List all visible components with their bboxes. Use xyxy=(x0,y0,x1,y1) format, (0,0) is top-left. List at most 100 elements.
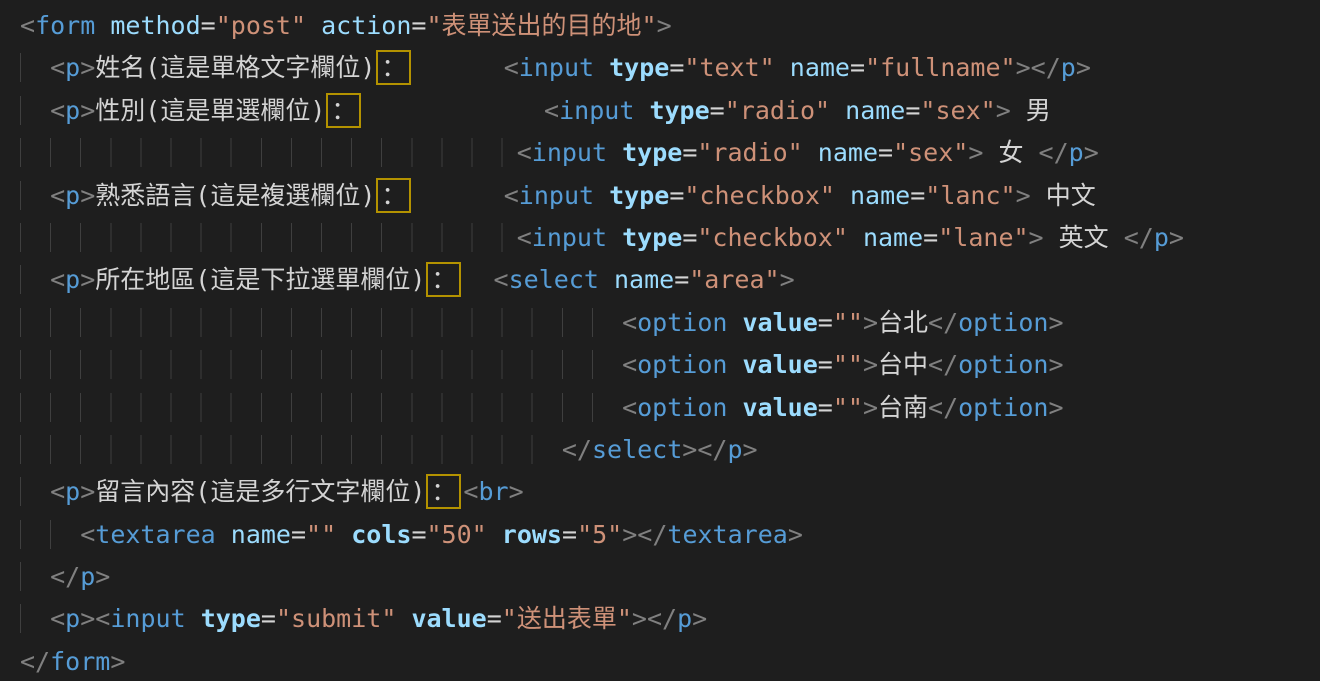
token-punctuation: </ xyxy=(928,393,958,422)
token-attribute-value: "lane" xyxy=(938,223,1028,252)
token-whitespace xyxy=(363,96,544,125)
token-attribute-value: "" xyxy=(833,393,863,422)
token-attribute-name: type xyxy=(609,181,669,210)
token-equals: = xyxy=(411,520,426,549)
token-attribute-value: "" xyxy=(833,308,863,337)
token-attribute-value: "" xyxy=(833,350,863,379)
indent-guides xyxy=(20,477,50,506)
token-punctuation: </ xyxy=(1124,223,1154,252)
token-punctuation: > xyxy=(1048,393,1063,422)
token-equals: = xyxy=(818,350,833,379)
token-punctuation: > xyxy=(1029,223,1044,252)
token-punctuation: </ xyxy=(637,520,667,549)
token-tag: input xyxy=(110,604,185,633)
indent-guides xyxy=(20,435,562,464)
token-attribute-name: type xyxy=(609,53,669,82)
token-attribute-name: name xyxy=(818,138,878,167)
token-equals: = xyxy=(923,223,938,252)
token-punctuation: < xyxy=(50,477,65,506)
unicode-highlight-box: ： xyxy=(376,50,411,85)
token-equals: = xyxy=(201,11,216,40)
token-tag: option xyxy=(958,350,1048,379)
token-attribute-name: name xyxy=(231,520,291,549)
token-whitespace xyxy=(487,520,502,549)
token-attribute-value: "area" xyxy=(689,265,779,294)
token-punctuation: </ xyxy=(1039,138,1069,167)
token-text: 英文 xyxy=(1044,223,1124,252)
token-equals: = xyxy=(674,265,689,294)
token-punctuation: < xyxy=(622,350,637,379)
code-line: <input type="checkbox" name="lane"> 英文 <… xyxy=(20,217,1320,259)
token-punctuation: < xyxy=(50,604,65,633)
token-punctuation: > xyxy=(1084,138,1099,167)
token-tag: textarea xyxy=(667,520,787,549)
token-whitespace xyxy=(396,604,411,633)
token-attribute-name: type xyxy=(649,96,709,125)
indent-guides xyxy=(20,393,622,422)
code-line: <p>性別(這是單選欄位)： <input type="radio" name=… xyxy=(20,90,1320,132)
token-punctuation: < xyxy=(50,181,65,210)
token-tag: input xyxy=(559,96,634,125)
token-tag: p xyxy=(65,265,80,294)
token-punctuation: < xyxy=(504,53,519,82)
token-attribute-value: "" xyxy=(306,520,336,549)
token-tag: option xyxy=(958,393,1048,422)
code-line: <option value="">台北</option> xyxy=(20,302,1320,344)
token-equals: = xyxy=(850,53,865,82)
token-equals: = xyxy=(905,96,920,125)
token-tag: p xyxy=(65,53,80,82)
code-line: <p>姓名(這是單格文字欄位)： <input type="text" name… xyxy=(20,47,1320,89)
token-text: 男 xyxy=(1011,96,1051,125)
token-punctuation: </ xyxy=(562,435,592,464)
indent-guides xyxy=(20,562,50,591)
token-whitespace xyxy=(336,520,351,549)
token-attribute-name: name xyxy=(790,53,850,82)
unicode-highlight-box: ： xyxy=(426,474,461,509)
indent-guides xyxy=(20,265,50,294)
token-punctuation: > xyxy=(80,265,95,294)
token-tag: p xyxy=(1069,138,1084,167)
code-line: <p><input type="submit" value="送出表單"></p… xyxy=(20,598,1320,640)
token-attribute-value: "5" xyxy=(577,520,622,549)
token-punctuation: > xyxy=(682,435,697,464)
token-punctuation: > xyxy=(1016,181,1031,210)
token-tag: input xyxy=(532,138,607,167)
token-punctuation: < xyxy=(544,96,559,125)
token-punctuation: < xyxy=(517,138,532,167)
token-whitespace xyxy=(607,223,622,252)
token-equals: = xyxy=(710,96,725,125)
token-attribute-name: name xyxy=(863,223,923,252)
token-tag: p xyxy=(80,562,95,591)
token-whitespace xyxy=(607,138,622,167)
token-attribute-value: "text" xyxy=(684,53,774,82)
token-whitespace xyxy=(634,96,649,125)
token-tag: form xyxy=(35,11,95,40)
token-punctuation: > xyxy=(692,604,707,633)
code-line: </form> xyxy=(20,641,1320,681)
code-editor[interactable]: <form method="post" action="表單送出的目的地"> <… xyxy=(0,0,1320,681)
token-tag: p xyxy=(1154,223,1169,252)
token-whitespace xyxy=(803,138,818,167)
token-tag: input xyxy=(519,181,594,210)
token-punctuation: > xyxy=(80,604,95,633)
code-line: <option value="">台中</option> xyxy=(20,344,1320,386)
indent-guides xyxy=(20,223,517,252)
token-punctuation: </ xyxy=(20,647,50,676)
token-punctuation: > xyxy=(622,520,637,549)
token-punctuation: > xyxy=(110,647,125,676)
code-line: <p>熟悉語言(這是複選欄位)： <input type="checkbox" … xyxy=(20,175,1320,217)
token-attribute-value: "radio" xyxy=(697,138,802,167)
token-tag: select xyxy=(509,265,599,294)
token-tag: p xyxy=(65,477,80,506)
code-line: </select></p> xyxy=(20,429,1320,471)
token-whitespace xyxy=(835,181,850,210)
indent-guides xyxy=(20,520,80,549)
code-line: <textarea name="" cols="50" rows="5"></t… xyxy=(20,514,1320,556)
token-tag: option xyxy=(637,308,727,337)
token-punctuation: </ xyxy=(50,562,80,591)
token-punctuation: > xyxy=(1048,350,1063,379)
token-whitespace xyxy=(727,393,742,422)
token-whitespace xyxy=(413,53,503,82)
token-equals: = xyxy=(562,520,577,549)
token-attribute-name: value xyxy=(743,393,818,422)
